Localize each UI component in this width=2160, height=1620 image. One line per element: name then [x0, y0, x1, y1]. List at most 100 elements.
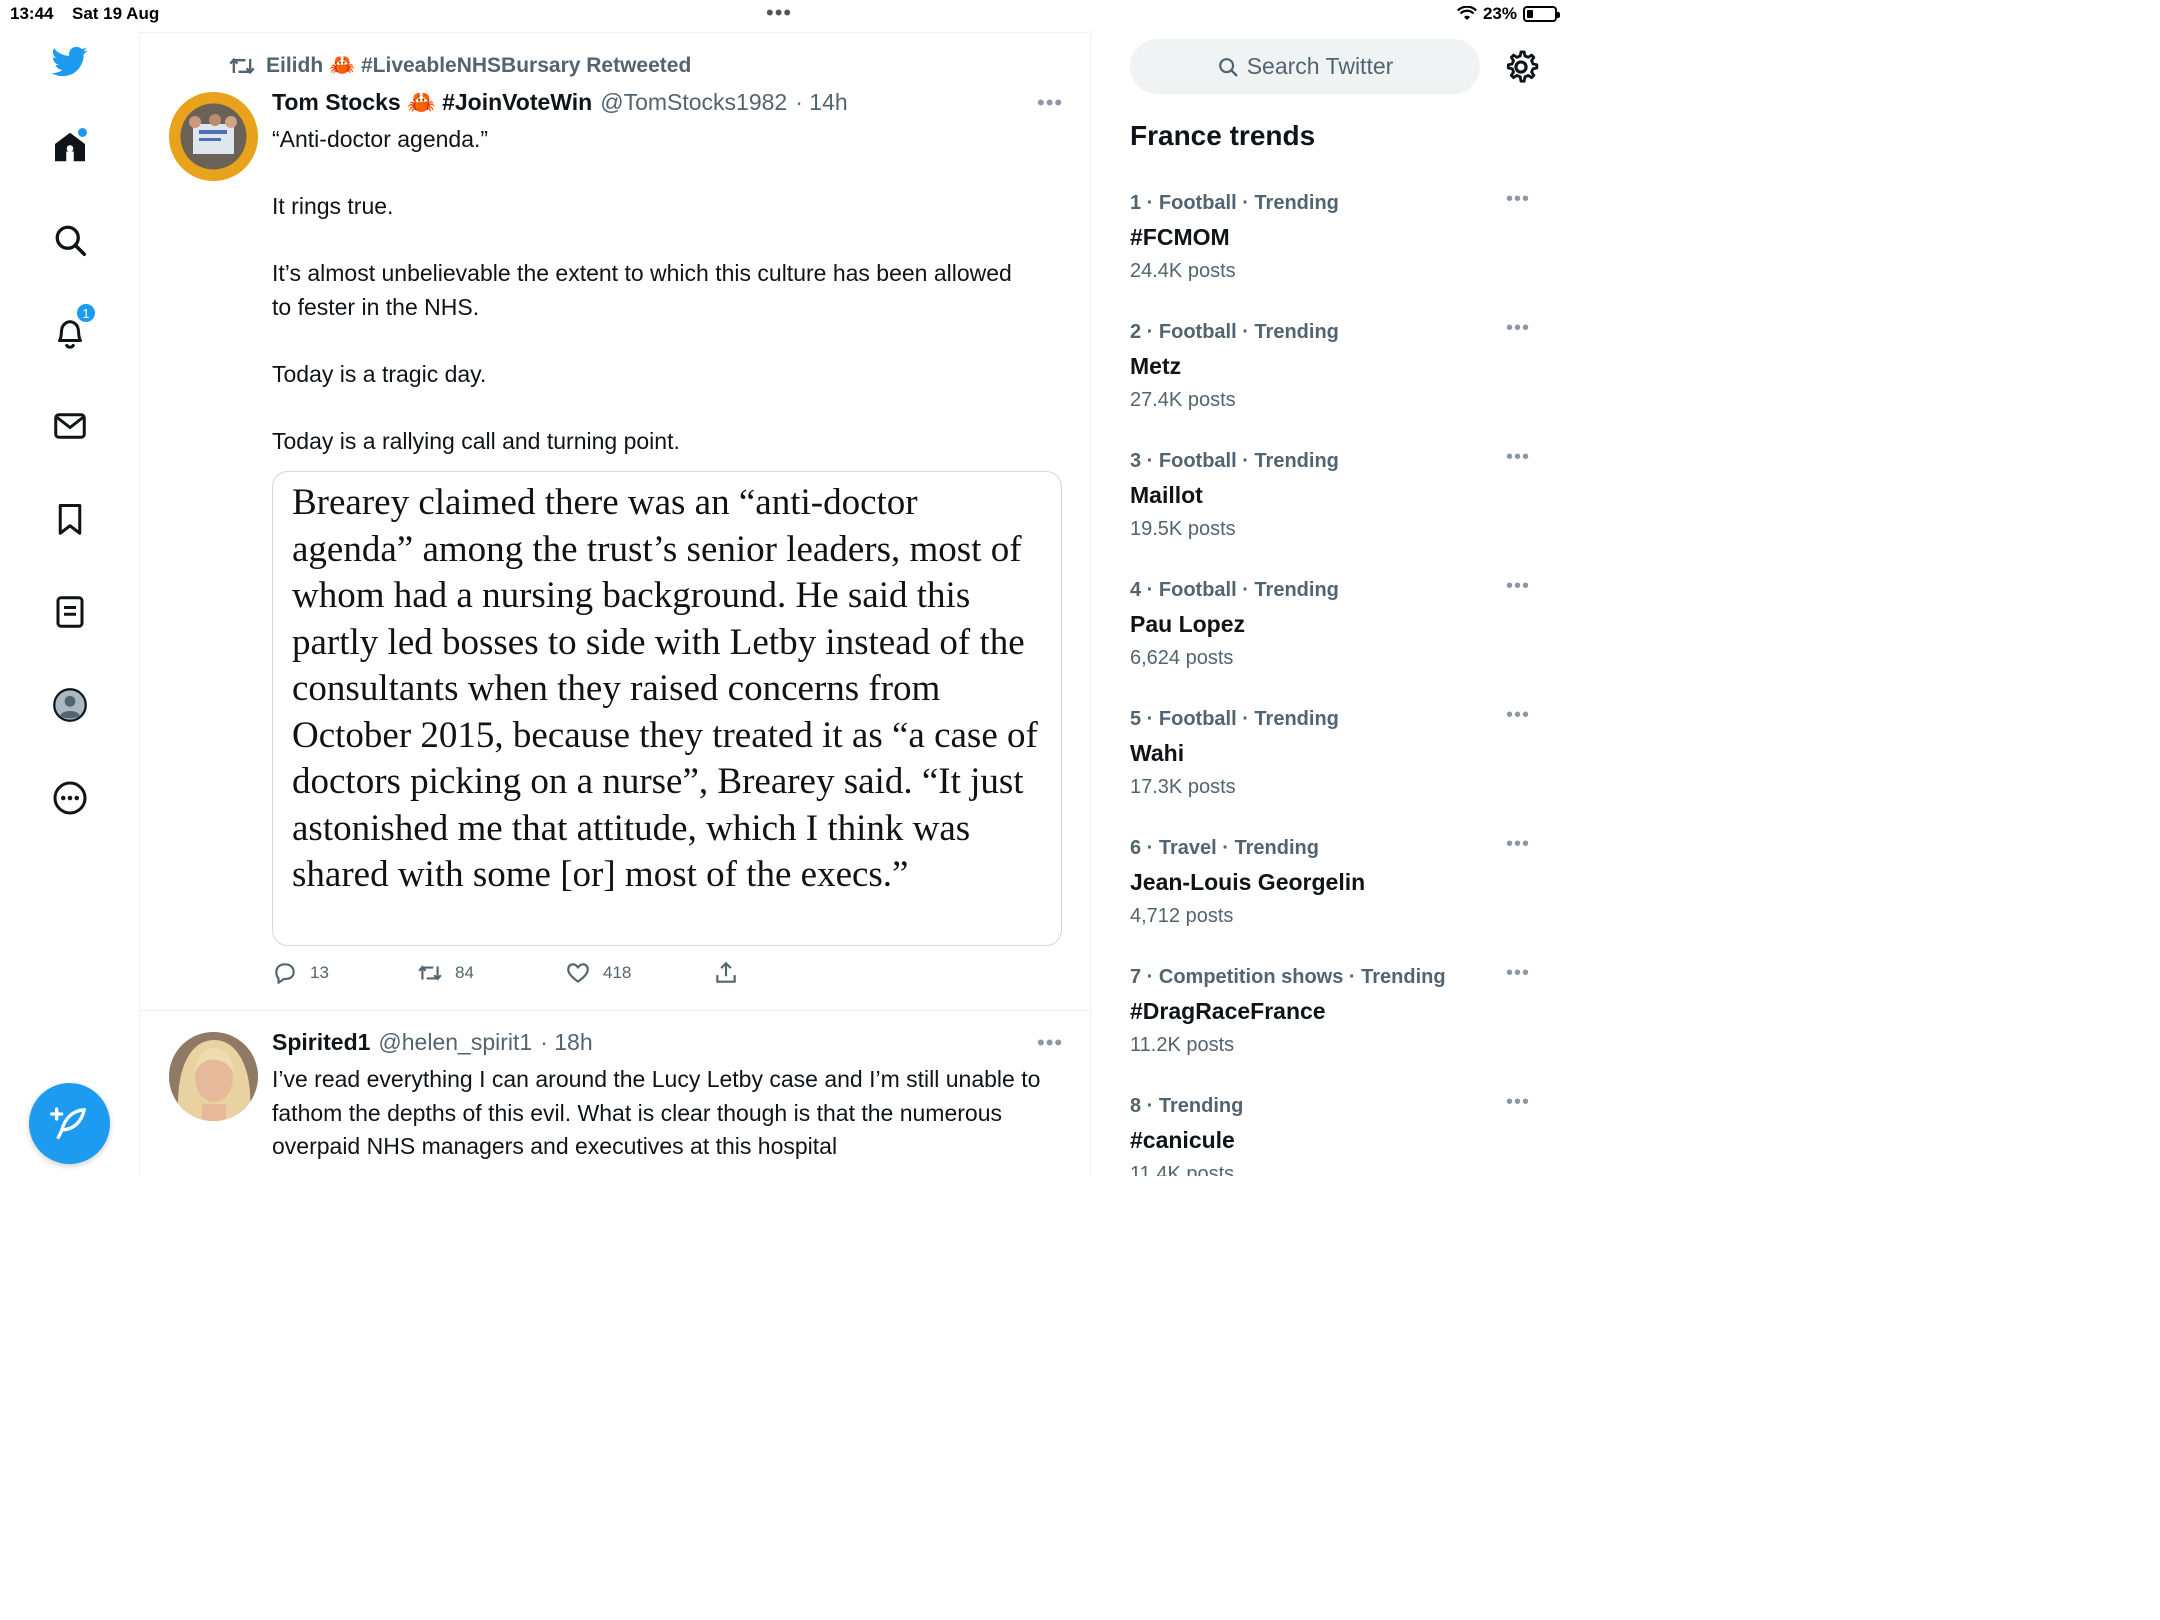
timeline[interactable]: Eilidh 🦀 #LiveableNHSBursary Retweeted T…: [140, 30, 1091, 1176]
trend-item[interactable]: 3 · Football · Trending Maillot 19.5K po…: [1130, 446, 1550, 560]
trend-more-button[interactable]: •••: [1506, 833, 1530, 856]
trend-meta: 5 · Football · Trending: [1130, 708, 1339, 730]
trend-more-button[interactable]: •••: [1506, 1091, 1530, 1114]
trend-more-button[interactable]: •••: [1506, 575, 1530, 598]
nav-lists[interactable]: [45, 587, 95, 637]
retweet-icon: [418, 965, 442, 981]
author-handle[interactable]: @TomStocks1982: [600, 89, 787, 116]
tweet-time[interactable]: · 14h: [795, 89, 847, 116]
tweet-text: I’ve read everything I can around the Lu…: [272, 1063, 1072, 1164]
tweet-header: Spirited1 @helen_spirit1 · 18h: [272, 1029, 593, 1056]
trend-name: Pau Lopez: [1130, 611, 1246, 637]
tweet-actions: 13 84 418: [272, 960, 742, 990]
search-placeholder: Search Twitter: [1246, 53, 1394, 79]
author-name[interactable]: Spirited1: [272, 1029, 370, 1056]
nav-profile[interactable]: [45, 680, 95, 730]
search-input[interactable]: Search Twitter: [1130, 39, 1480, 94]
avatar[interactable]: [169, 1032, 258, 1121]
notifications-badge: 1: [75, 302, 97, 324]
search-icon: [55, 225, 87, 257]
tweet-more-button[interactable]: •••: [1037, 90, 1063, 116]
trend-item[interactable]: 1 · Football · Trending #FCMOM 24.4K pos…: [1130, 188, 1550, 302]
tweet-text: “Anti-doctor agenda.” It rings true. It’…: [272, 123, 1012, 458]
more-icon: [53, 781, 87, 815]
trend-item[interactable]: 7 · Competition shows · Trending #DragRa…: [1130, 962, 1550, 1076]
trend-name: Jean-Louis Georgelin: [1130, 869, 1366, 895]
trend-name: #DragRaceFrance: [1130, 998, 1326, 1024]
side-nav: 1: [0, 30, 140, 1176]
trend-more-button[interactable]: •••: [1506, 962, 1530, 985]
like-count: 418: [603, 963, 632, 982]
retweet-indicator[interactable]: Eilidh 🦀 #LiveableNHSBursary Retweeted: [228, 54, 691, 78]
nav-explore[interactable]: [45, 215, 95, 265]
gear-icon: [1506, 50, 1539, 83]
trend-item[interactable]: 5 · Football · Trending Wahi 17.3K posts…: [1130, 704, 1550, 818]
trend-item[interactable]: 6 · Travel · Trending Jean-Louis Georgel…: [1130, 833, 1550, 947]
trend-more-button[interactable]: •••: [1506, 704, 1530, 727]
trend-more-button[interactable]: •••: [1506, 188, 1530, 211]
quote-image-card[interactable]: Brearey claimed there was an “anti-docto…: [272, 471, 1062, 946]
mail-icon: [54, 413, 86, 439]
trend-posts: 4,712 posts: [1130, 905, 1234, 927]
nav-bookmarks[interactable]: [45, 494, 95, 544]
trend-name: Metz: [1130, 353, 1182, 379]
status-date: Sat 19 Aug: [72, 4, 160, 23]
trend-meta: 1 · Football · Trending: [1130, 192, 1339, 214]
trend-name: #FCMOM: [1130, 224, 1230, 250]
nav-home[interactable]: [45, 122, 95, 172]
nav-notifications[interactable]: 1: [45, 302, 97, 358]
trend-meta: 4 · Football · Trending: [1130, 579, 1339, 601]
settings-button[interactable]: [1502, 48, 1540, 86]
tweet-body-text: “Anti-doctor agenda.” It rings true. It’…: [272, 126, 1012, 454]
compose-tweet-button[interactable]: [29, 1083, 110, 1164]
quote-image-text: Brearey claimed there was an “anti-docto…: [292, 482, 1038, 895]
author-handle[interactable]: @helen_spirit1: [378, 1029, 532, 1056]
compose-icon: [49, 1106, 86, 1139]
twitter-logo-icon[interactable]: [45, 36, 95, 86]
trend-more-button[interactable]: •••: [1506, 317, 1530, 340]
tweet-divider: [140, 1010, 1090, 1011]
retweet-button[interactable]: 84: [417, 960, 474, 986]
reply-count: 13: [310, 963, 329, 982]
trend-more-button[interactable]: •••: [1506, 446, 1530, 469]
share-button[interactable]: [713, 960, 739, 986]
reply-icon: [275, 963, 295, 984]
author-name[interactable]: Tom Stocks 🦀 #JoinVoteWin: [272, 89, 592, 116]
trend-meta: 3 · Football · Trending: [1130, 450, 1339, 472]
trend-item[interactable]: 8 · Trending #canicule 11.4K posts •••: [1130, 1091, 1550, 1176]
tweet-header: Tom Stocks 🦀 #JoinVoteWin @TomStocks1982…: [272, 89, 848, 116]
wifi-icon: [1456, 6, 1477, 20]
status-time: 13:44: [10, 4, 54, 23]
home-unread-dot: [78, 128, 87, 137]
trend-posts: 27.4K posts: [1130, 389, 1236, 411]
bookmark-icon: [58, 504, 82, 535]
trend-meta: 6 · Travel · Trending: [1130, 837, 1319, 859]
battery-icon: [1523, 6, 1560, 22]
status-right: 23%: [1456, 4, 1560, 24]
multitasking-dots-icon[interactable]: •••: [766, 0, 792, 26]
trend-meta: 7 · Competition shows · Trending: [1130, 966, 1446, 988]
retweet-text: Eilidh 🦀 #LiveableNHSBursary Retweeted: [266, 54, 692, 77]
trend-posts: 6,624 posts: [1130, 647, 1234, 669]
share-icon: [716, 961, 736, 983]
nav-more[interactable]: [45, 773, 95, 823]
like-button[interactable]: 418: [565, 960, 631, 986]
trend-name: Maillot: [1130, 482, 1203, 508]
trend-posts: 17.3K posts: [1130, 776, 1236, 798]
battery-percent: 23%: [1482, 4, 1517, 23]
trend-posts: 11.4K posts: [1130, 1163, 1235, 1176]
trend-item[interactable]: 2 · Football · Trending Metz 27.4K posts…: [1130, 317, 1550, 431]
search-icon: [1218, 57, 1238, 76]
trend-meta: 2 · Football · Trending: [1130, 321, 1339, 343]
nav-messages[interactable]: [45, 401, 95, 451]
reply-button[interactable]: 13: [272, 960, 329, 986]
trend-item[interactable]: 4 · Football · Trending Pau Lopez 6,624 …: [1130, 575, 1550, 689]
tweet-body-text: I’ve read everything I can around the Lu…: [272, 1066, 1041, 1159]
trends-title: France trends: [1130, 120, 1316, 151]
avatar[interactable]: [169, 92, 258, 181]
lists-icon: [56, 596, 84, 628]
trend-meta: 8 · Trending: [1130, 1095, 1244, 1117]
tweet-time[interactable]: · 18h: [540, 1029, 592, 1056]
tweet-more-button[interactable]: •••: [1037, 1030, 1063, 1056]
trend-name: #canicule: [1130, 1127, 1235, 1153]
